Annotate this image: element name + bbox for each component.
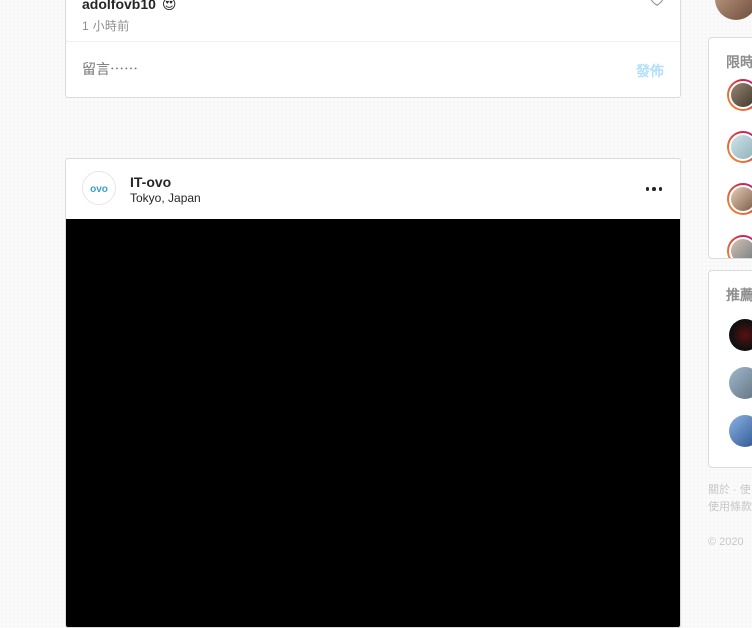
divider [66,41,680,42]
story-avatar[interactable] [727,131,752,163]
post-username[interactable]: IT-ovo [130,174,171,190]
previous-post-caption-row: adolfovb10 😍 [82,0,177,12]
svg-text:ovo: ovo [90,184,108,195]
previous-post-emoji: 😍 [161,0,177,12]
post-header: ovo IT-ovo Tokyo, Japan [66,159,680,220]
story-avatar[interactable] [727,235,752,258]
stories-panel: 限時 [708,37,752,259]
copyright: © 2020 [708,536,744,548]
avatar[interactable]: ovo [82,171,116,205]
dot [645,187,650,191]
profile-avatar[interactable] [715,0,752,20]
stories-title: 限時 [726,54,752,70]
suggestions-panel: 推薦 [708,270,752,468]
suggested-user-avatar[interactable] [729,415,752,447]
dot [658,187,663,191]
comment-input[interactable] [82,61,562,77]
suggestions-title: 推薦 [726,287,752,303]
heart-icon[interactable] [650,0,664,7]
ovo-logo-icon: ovo [90,184,108,195]
more-options-icon[interactable] [644,179,664,199]
story-avatar[interactable] [727,183,752,215]
dot [652,187,656,191]
post-media[interactable] [66,219,680,627]
suggested-user-avatar[interactable] [729,319,752,351]
footer-links-secondary[interactable]: 使用條款 [708,499,752,515]
post-location[interactable]: Tokyo, Japan [130,191,201,205]
suggested-user-avatar[interactable] [729,367,752,399]
previous-post-card: adolfovb10 😍 1 小時前 發佈 [65,0,681,98]
publish-button[interactable]: 發佈 [636,61,664,81]
footer-links[interactable]: 關於 · 使 [708,482,751,498]
previous-post-timestamp[interactable]: 1 小時前 [82,17,130,34]
story-avatar[interactable] [727,79,752,111]
previous-post-username[interactable]: adolfovb10 [82,0,156,12]
post-card: ovo IT-ovo Tokyo, Japan [65,158,681,628]
